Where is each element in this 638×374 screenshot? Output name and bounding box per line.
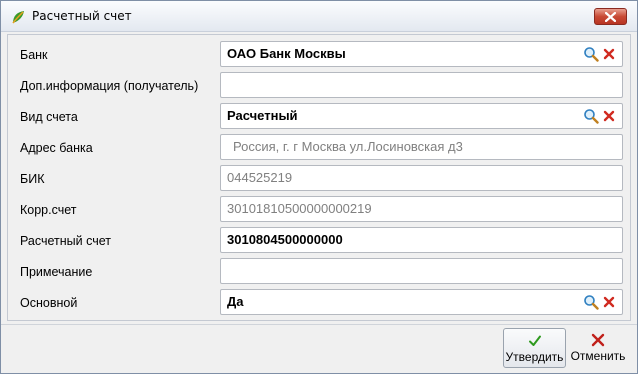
bank-field[interactable]: ОАО Банк Москвы	[220, 41, 623, 67]
button-bar: Утвердить Отменить	[1, 324, 637, 373]
bik-field[interactable]: 044525219	[220, 165, 623, 191]
bank-address-field[interactable]: Россия, г. г Москва ул.Лосиновская д3	[220, 134, 623, 160]
search-icon[interactable]	[583, 108, 599, 124]
extra-info-field[interactable]	[220, 72, 623, 98]
clear-icon[interactable]	[601, 294, 617, 310]
cancel-x-icon	[590, 332, 606, 348]
title-bar[interactable]: Расчетный счет	[1, 1, 637, 32]
corr-account-field[interactable]: 30101810500000000219	[220, 196, 623, 222]
note-field[interactable]	[220, 258, 623, 284]
close-icon	[605, 12, 616, 22]
app-leaf-icon	[10, 9, 26, 25]
checkmark-icon	[527, 333, 543, 349]
label-corr-account: Корр.счет	[20, 203, 77, 217]
close-button[interactable]	[594, 8, 627, 25]
primary-value: Да	[227, 294, 244, 309]
clear-icon[interactable]	[601, 108, 617, 124]
bank-address-value: Россия, г. г Москва ул.Лосиновская д3	[233, 139, 463, 154]
label-bik: БИК	[20, 172, 45, 186]
bik-value: 044525219	[227, 170, 293, 185]
label-primary: Основной	[20, 296, 78, 310]
label-bank-address: Адрес банка	[20, 141, 93, 155]
account-type-value: Расчетный	[227, 108, 298, 123]
confirm-label: Утвердить	[505, 350, 564, 364]
dialog-window: Расчетный счет Банк ОАО Банк Москвы Доп.…	[0, 0, 638, 374]
corr-account-value: 30101810500000000219	[227, 201, 372, 216]
cancel-button[interactable]: Отменить	[568, 328, 628, 368]
account-value: 3010804500000000	[227, 232, 343, 247]
label-extra-info: Доп.информация (получатель)	[20, 79, 199, 93]
search-icon[interactable]	[583, 46, 599, 62]
label-note: Примечание	[20, 265, 93, 279]
window-title: Расчетный счет	[32, 9, 132, 23]
form-panel: Банк ОАО Банк Москвы Доп.информация (пол…	[7, 34, 631, 321]
clear-icon[interactable]	[601, 46, 617, 62]
cancel-label: Отменить	[570, 349, 626, 363]
primary-field[interactable]: Да	[220, 289, 623, 315]
account-type-field[interactable]: Расчетный	[220, 103, 623, 129]
label-account-type: Вид счета	[20, 110, 78, 124]
label-account: Расчетный счет	[20, 234, 111, 248]
label-bank: Банк	[20, 48, 48, 62]
search-icon[interactable]	[583, 294, 599, 310]
account-field[interactable]: 3010804500000000	[220, 227, 623, 253]
confirm-button[interactable]: Утвердить	[503, 328, 566, 368]
bank-value: ОАО Банк Москвы	[227, 46, 346, 61]
